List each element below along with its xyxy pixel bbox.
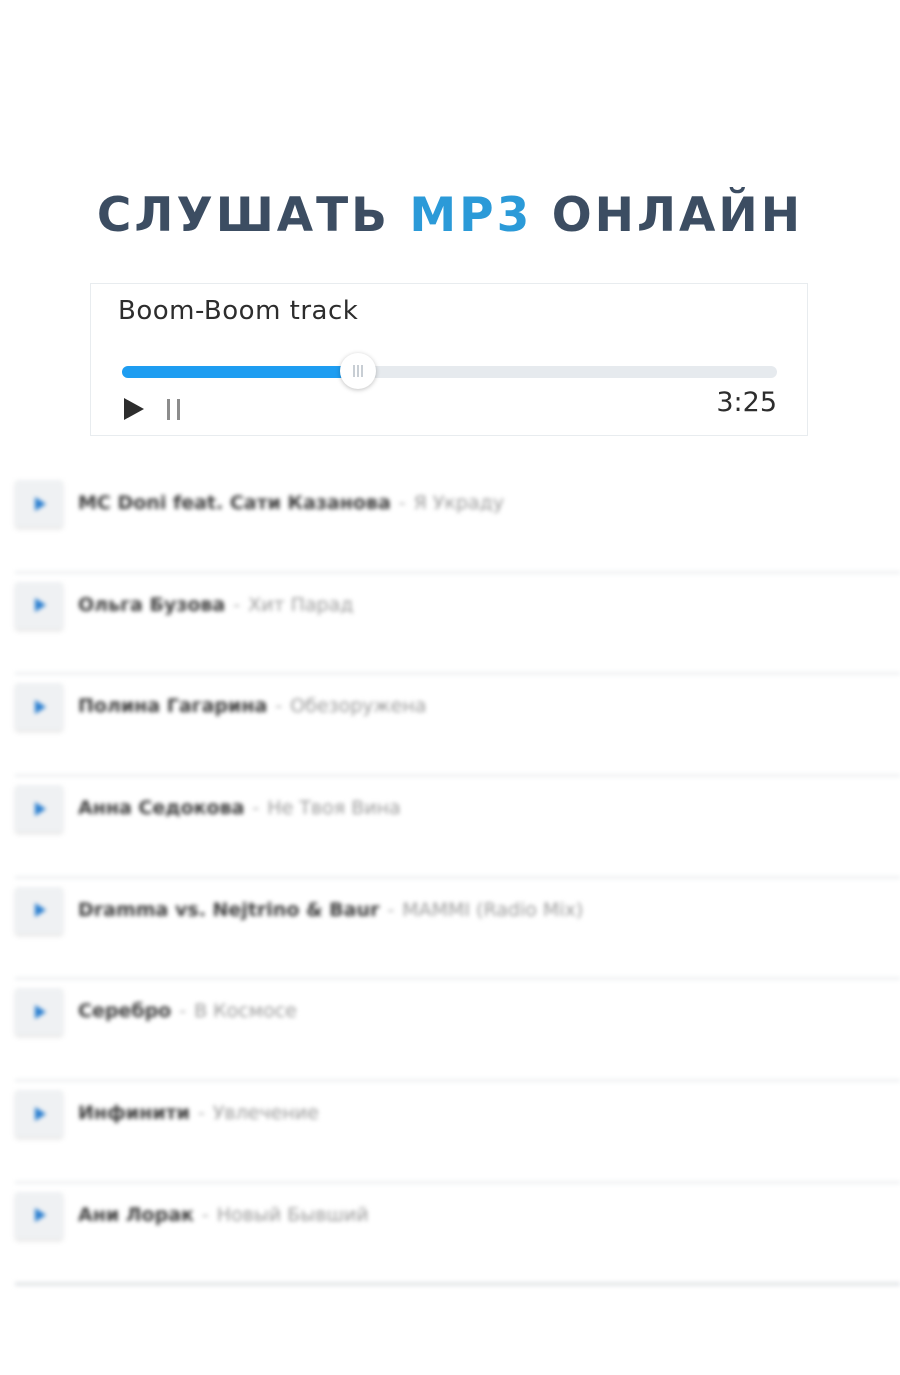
- list-item[interactable]: Ани Лорак - Новый Бывший: [15, 1184, 900, 1286]
- page-title: СЛУШАТЬ MP3 ОНЛАЙН: [0, 186, 900, 246]
- separator: -: [275, 695, 283, 718]
- item-text: Dramma vs. Nejtrino & Baur - MAMMI (Radio …: [78, 895, 583, 925]
- artist-name[interactable]: MC Doni feat. Сати Казанова: [78, 492, 391, 514]
- play-icon: [35, 1004, 46, 1019]
- item-play-button[interactable]: [15, 683, 63, 731]
- artist-name[interactable]: Серебро: [78, 1000, 171, 1022]
- list-item[interactable]: Анна Седокова - Не Твоя Вина: [15, 777, 900, 879]
- item-text: Анна Седокова - Не Твоя Вина: [78, 793, 401, 823]
- separator: -: [387, 898, 395, 921]
- song-title[interactable]: MAMMI (Radio Mix): [402, 899, 583, 921]
- separator: -: [398, 492, 406, 514]
- separator: -: [233, 593, 241, 616]
- playlist: MC Doni feat. Сати Казанова - Я Украду Ольг…: [15, 472, 900, 1286]
- song-title[interactable]: Хит Парад: [248, 594, 353, 616]
- artist-name[interactable]: Ольга Бузова: [78, 594, 225, 616]
- item-text: Инфинити - Увлечение: [78, 1098, 319, 1128]
- item-play-button[interactable]: [15, 480, 63, 527]
- list-item[interactable]: Инфинити - Увлечение: [15, 1082, 900, 1184]
- item-play-button[interactable]: [15, 1090, 63, 1138]
- artist-name[interactable]: Полина Гагарина: [78, 695, 267, 717]
- list-item[interactable]: Dramma vs. Nejtrino & Baur - MAMMI (Radio …: [15, 879, 900, 981]
- play-icon: [124, 398, 144, 420]
- audio-player: Boom-Boom track 3:25: [90, 283, 808, 436]
- item-text: Серебро - В Космосе: [78, 996, 297, 1026]
- play-icon: [35, 1106, 46, 1121]
- separator: -: [197, 1102, 205, 1125]
- song-title[interactable]: Увлечение: [213, 1102, 319, 1124]
- play-icon: [35, 598, 46, 613]
- list-item[interactable]: Ольга Бузова - Хит Парад: [15, 574, 900, 676]
- progress-handle[interactable]: [339, 353, 376, 389]
- song-title[interactable]: Не Твоя Вина: [267, 797, 400, 819]
- song-title[interactable]: Я Украду: [414, 492, 504, 514]
- item-text: Ольга Бузова - Хит Парад: [78, 590, 353, 620]
- separator: -: [201, 1203, 209, 1226]
- pause-button[interactable]: [164, 397, 186, 421]
- play-icon: [35, 496, 46, 511]
- play-icon: [35, 1208, 46, 1223]
- item-text: Полина Гагарина - Обезоружена: [78, 691, 426, 721]
- song-title[interactable]: Новый Бывший: [217, 1204, 369, 1226]
- artist-name[interactable]: Инфинити: [78, 1102, 190, 1124]
- item-play-button[interactable]: [15, 581, 63, 629]
- progress-fill: [122, 366, 358, 378]
- play-icon: [35, 801, 46, 816]
- track-time: 3:25: [716, 387, 777, 418]
- item-play-button[interactable]: [15, 785, 63, 833]
- title-accent: MP3: [409, 188, 533, 243]
- list-item[interactable]: MC Doni feat. Сати Казанова - Я Украду: [15, 472, 900, 574]
- list-item[interactable]: Серебро - В Космосе: [15, 980, 900, 1083]
- separator: -: [252, 797, 260, 820]
- play-button[interactable]: [122, 397, 146, 421]
- progress-bar[interactable]: [122, 353, 777, 389]
- pause-icon: [167, 399, 180, 420]
- play-icon: [35, 903, 46, 918]
- item-play-button[interactable]: [15, 886, 63, 934]
- artist-name[interactable]: Dramma vs. Nejtrino & Baur: [78, 899, 379, 921]
- grip-icon: [352, 365, 363, 377]
- artist-name[interactable]: Анна Седокова: [78, 797, 244, 819]
- play-icon: [35, 699, 46, 714]
- separator: -: [179, 1000, 187, 1023]
- item-play-button[interactable]: [15, 1191, 63, 1239]
- item-text: Ани Лорак - Новый Бывший: [78, 1200, 369, 1230]
- title-part-1: СЛУШАТЬ: [96, 188, 391, 243]
- item-text: MC Doni feat. Сати Казанова - Я Украду: [78, 488, 504, 518]
- item-play-button[interactable]: [15, 988, 63, 1036]
- artist-name[interactable]: Ани Лорак: [78, 1204, 194, 1226]
- track-title: Boom-Boom track: [118, 296, 359, 326]
- song-title[interactable]: В Космосе: [194, 1000, 297, 1022]
- song-title[interactable]: Обезоружена: [290, 695, 426, 717]
- list-item[interactable]: Полина Гагарина - Обезоружена: [15, 675, 900, 778]
- title-part-2: ОНЛАЙН: [551, 188, 804, 243]
